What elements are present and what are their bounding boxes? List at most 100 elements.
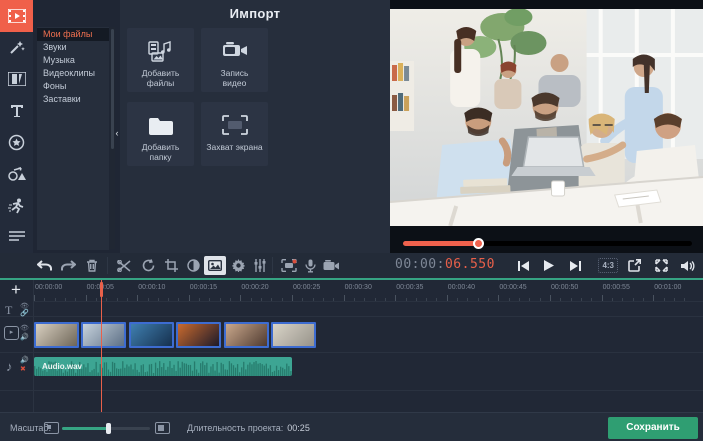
add-files-button[interactable]: Добавить файлы	[127, 28, 194, 92]
sidebar-tab-titles[interactable]	[0, 95, 33, 127]
titles-t-icon	[9, 103, 25, 119]
video-clip[interactable]	[271, 322, 316, 348]
media-category-item[interactable]: Заставки	[37, 93, 109, 106]
video-frame[interactable]	[390, 9, 703, 226]
media-category-item[interactable]: Мои файлы	[37, 28, 109, 41]
detach-preview-button[interactable]	[623, 255, 645, 276]
video-clip[interactable]	[129, 322, 174, 348]
sidebar-tab-filters[interactable]	[0, 32, 33, 64]
import-panel-title: Импорт	[120, 6, 390, 21]
save-button[interactable]: Сохранить	[608, 417, 698, 439]
transport-controls	[512, 255, 586, 276]
ruler-label: 00:00:00	[35, 284, 62, 291]
clip-properties-button[interactable]	[204, 256, 226, 275]
zoom-in-icon[interactable]	[155, 422, 170, 434]
zoom-slider-fill	[62, 427, 108, 430]
video-editor-app: Мои файлыЗвукиМузыкаВидеоклипыФоныЗастав…	[0, 0, 703, 441]
split-scissors-button[interactable]	[113, 255, 135, 276]
color-adjust-button[interactable]	[182, 255, 204, 276]
fullscreen-button[interactable]	[650, 255, 672, 276]
running-person-icon	[8, 198, 25, 214]
add-folder-button[interactable]: Добавить папку	[127, 102, 194, 166]
media-category-list: Мои файлыЗвукиМузыкаВидеоклипыФоныЗастав…	[37, 27, 109, 250]
video-clip[interactable]	[224, 322, 269, 348]
ruler-label: 00:00:45	[499, 284, 526, 291]
audio-track-mute-icon[interactable]: 🔊	[20, 357, 29, 364]
timeline-ruler[interactable]: 00:00:0000:00:0500:00:1000:00:1500:00:20…	[33, 280, 703, 302]
next-frame-button[interactable]	[564, 255, 586, 276]
audio-track-unlink-icon[interactable]: ✖	[20, 366, 26, 373]
video-clip[interactable]	[34, 322, 79, 348]
media-library-panel: Мои файлыЗвукиМузыкаВидеоклипыФоныЗастав…	[33, 0, 120, 253]
undo-button[interactable]	[33, 255, 55, 276]
video-clip[interactable]	[81, 322, 126, 348]
microphone-button[interactable]	[299, 255, 321, 276]
import-panel: Импорт Добавить файлы Запись видео Добав…	[120, 0, 390, 253]
sidebar-tab-import[interactable]	[0, 0, 33, 32]
add-folder-label: Добавить папку	[142, 142, 180, 162]
media-category-item[interactable]: Фоны	[37, 80, 109, 93]
zoom-slider-handle[interactable]	[106, 423, 111, 434]
transition-filmstrip-icon	[8, 72, 26, 86]
screen-capture-label: Захват экрана	[206, 142, 262, 152]
sidebar-tab-animation[interactable]	[0, 190, 33, 222]
tool-sidebar	[0, 0, 33, 253]
magic-wand-icon	[9, 39, 25, 55]
media-category-item[interactable]: Видеоклипы	[37, 67, 109, 80]
seek-fill	[403, 241, 478, 246]
sidebar-tab-callouts[interactable]	[0, 158, 33, 190]
screen-capture-icon	[222, 108, 248, 142]
video-track-mute-icon[interactable]: 🔊	[20, 334, 29, 341]
seek-handle[interactable]	[473, 238, 484, 249]
title-track-visibility-icon[interactable]: 👁	[20, 303, 29, 310]
previous-frame-button[interactable]	[512, 255, 534, 276]
timeline-zoom-slider[interactable]	[62, 427, 150, 430]
screen-capture-button[interactable]: Захват экрана	[201, 102, 268, 166]
redo-button[interactable]	[57, 255, 79, 276]
media-category-item[interactable]: Музыка	[37, 54, 109, 67]
title-track-link-icon[interactable]: 🔗	[20, 310, 29, 317]
add-folder-icon	[148, 108, 174, 142]
record-video-icon	[222, 34, 248, 68]
settings-gear-button[interactable]	[227, 255, 249, 276]
preview-seek-bar[interactable]	[403, 241, 692, 246]
sidebar-tab-stickers[interactable]	[0, 127, 33, 159]
zoom-out-icon[interactable]	[44, 422, 59, 434]
video-track-icon: ▸	[4, 326, 19, 340]
ruler-label: 00:00:25	[293, 284, 320, 291]
ruler-label: 00:01:00	[654, 284, 681, 291]
audio-clip[interactable]: Audio.wav	[34, 357, 292, 376]
crop-button[interactable]	[160, 255, 182, 276]
status-bar: Масштаб: Длительность проекта:00:25 Сохр…	[0, 412, 703, 441]
add-track-button[interactable]: +	[6, 281, 26, 299]
aspect-ratio-button[interactable]: 4:3	[598, 258, 618, 273]
filmstrip-play-icon	[8, 9, 26, 23]
sidebar-tab-more[interactable]	[0, 221, 33, 253]
ruler-label: 00:00:10	[138, 284, 165, 291]
play-button[interactable]	[538, 255, 560, 276]
ruler-label: 00:00:15	[190, 284, 217, 291]
volume-button[interactable]	[677, 255, 699, 276]
video-track-visibility-icon[interactable]: 👁	[20, 325, 29, 332]
callout-shapes-icon	[8, 166, 26, 181]
track-header-column	[0, 280, 34, 412]
list-menu-icon	[9, 231, 25, 243]
video-clip[interactable]	[176, 322, 221, 348]
ruler-label: 00:00:55	[603, 284, 630, 291]
title-track-icon: T	[5, 303, 12, 318]
sidebar-tab-transitions[interactable]	[0, 63, 33, 95]
record-video-button[interactable]: Запись видео	[201, 28, 268, 92]
rotate-button[interactable]	[137, 255, 159, 276]
preview-right-controls: 4:3	[598, 255, 699, 276]
audio-levels-button[interactable]	[249, 255, 271, 276]
ruler-label: 00:00:50	[551, 284, 578, 291]
timeline: + 00:00:0000:00:0500:00:1000:00:1500:00:…	[0, 280, 703, 412]
ruler-label: 00:00:20	[241, 284, 268, 291]
delete-button[interactable]	[81, 255, 103, 276]
media-category-item[interactable]: Звуки	[37, 41, 109, 54]
playhead[interactable]	[101, 280, 102, 412]
webcam-button[interactable]	[320, 255, 342, 276]
add-files-label: Добавить файлы	[142, 68, 180, 88]
add-files-icon	[148, 34, 174, 68]
screen-record-button[interactable]	[278, 255, 300, 276]
